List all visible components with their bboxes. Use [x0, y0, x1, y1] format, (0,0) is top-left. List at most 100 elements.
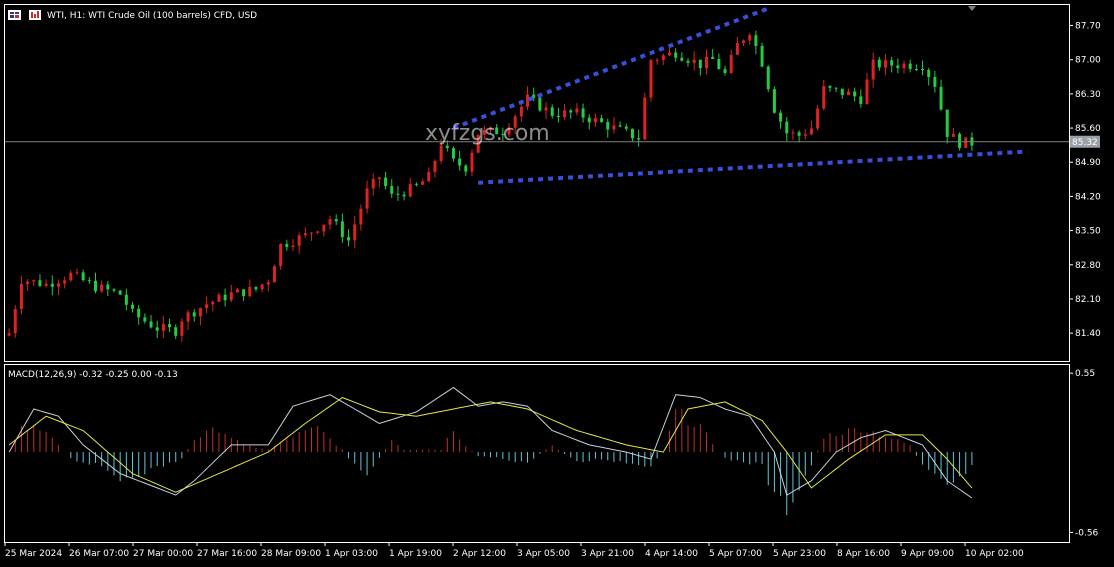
candle-body[interactable] — [840, 88, 844, 95]
candle-body[interactable] — [297, 235, 301, 246]
candle-body[interactable] — [538, 97, 542, 111]
candle-body[interactable] — [155, 327, 159, 331]
candle-body[interactable] — [748, 35, 752, 41]
candle-body[interactable] — [38, 280, 42, 286]
candle-body[interactable] — [217, 294, 221, 302]
candle-body[interactable] — [797, 132, 801, 136]
candle-body[interactable] — [402, 194, 406, 197]
candle-body[interactable] — [69, 272, 73, 281]
candle-body[interactable] — [921, 68, 925, 70]
candle-body[interactable] — [853, 91, 857, 97]
candle-body[interactable] — [439, 145, 443, 161]
candle-body[interactable] — [729, 54, 733, 73]
candle-body[interactable] — [365, 188, 369, 209]
candle-body[interactable] — [396, 193, 400, 195]
candle-body[interactable] — [680, 57, 684, 61]
candle-body[interactable] — [785, 121, 789, 134]
candle-body[interactable] — [637, 138, 641, 140]
candle-body[interactable] — [630, 128, 634, 139]
candle-body[interactable] — [865, 79, 869, 104]
candle-body[interactable] — [556, 115, 560, 118]
candle-body[interactable] — [13, 309, 17, 334]
candle-body[interactable] — [174, 327, 178, 336]
candle-body[interactable] — [643, 97, 647, 140]
candle-body[interactable] — [347, 237, 351, 241]
candle-body[interactable] — [303, 233, 307, 236]
candle-body[interactable] — [384, 177, 388, 187]
candle-body[interactable] — [846, 91, 850, 95]
candle-body[interactable] — [871, 59, 875, 80]
candle-body[interactable] — [334, 219, 338, 222]
candle-body[interactable] — [563, 110, 567, 118]
candle-body[interactable] — [81, 272, 85, 281]
candle-body[interactable] — [587, 117, 591, 123]
candle-body[interactable] — [149, 321, 153, 328]
candle-body[interactable] — [569, 110, 573, 113]
candle-body[interactable] — [421, 181, 425, 185]
candle-body[interactable] — [198, 308, 202, 317]
candle-body[interactable] — [606, 122, 610, 130]
candle-body[interactable] — [63, 280, 67, 284]
candle-body[interactable] — [884, 60, 888, 68]
candle-body[interactable] — [186, 312, 190, 322]
candle-body[interactable] — [100, 284, 104, 292]
candle-body[interactable] — [26, 281, 30, 284]
candle-body[interactable] — [939, 86, 943, 110]
candle-body[interactable] — [593, 118, 597, 123]
candle-body[interactable] — [44, 283, 48, 286]
candle-body[interactable] — [390, 186, 394, 194]
candle-body[interactable] — [655, 59, 659, 61]
candle-body[interactable] — [32, 280, 36, 282]
candle-body[interactable] — [223, 294, 227, 301]
candle-body[interactable] — [692, 59, 696, 63]
candle-body[interactable] — [933, 77, 937, 87]
candle-body[interactable] — [192, 312, 196, 317]
candle-body[interactable] — [291, 245, 295, 248]
candle-body[interactable] — [316, 231, 320, 233]
candle-body[interactable] — [427, 171, 431, 182]
candle-body[interactable] — [649, 60, 653, 98]
candle-body[interactable] — [754, 35, 758, 46]
candle-body[interactable] — [822, 85, 826, 109]
candle-body[interactable] — [137, 308, 141, 318]
candle-body[interactable] — [310, 232, 314, 234]
candle-body[interactable] — [470, 152, 474, 172]
candle-body[interactable] — [229, 292, 233, 301]
candle-body[interactable] — [248, 286, 252, 297]
candle-body[interactable] — [118, 290, 122, 295]
candle-body[interactable] — [791, 132, 795, 134]
candle-body[interactable] — [7, 333, 11, 336]
candle-body[interactable] — [526, 94, 530, 107]
candle-body[interactable] — [902, 63, 906, 69]
candle-body[interactable] — [235, 289, 239, 293]
candle-body[interactable] — [890, 60, 894, 66]
candle-body[interactable] — [803, 134, 807, 136]
candle-body[interactable] — [168, 324, 172, 328]
candle-body[interactable] — [371, 178, 375, 189]
candle-body[interactable] — [458, 158, 462, 166]
candle-body[interactable] — [723, 69, 727, 73]
candle-body[interactable] — [328, 219, 332, 225]
candle-body[interactable] — [834, 87, 838, 89]
candle-body[interactable] — [964, 137, 968, 148]
candle-body[interactable] — [260, 284, 264, 290]
candle-body[interactable] — [667, 52, 671, 56]
candle-body[interactable] — [828, 85, 832, 88]
candle-body[interactable] — [951, 133, 955, 137]
candle-body[interactable] — [600, 118, 604, 123]
candle-body[interactable] — [877, 59, 881, 68]
candle-body[interactable] — [698, 59, 702, 69]
candle-body[interactable] — [322, 224, 326, 232]
candle-body[interactable] — [711, 56, 715, 59]
candle-body[interactable] — [927, 69, 931, 78]
candle-body[interactable] — [766, 66, 770, 90]
candle-body[interactable] — [945, 109, 949, 137]
candle-body[interactable] — [112, 289, 116, 291]
candle-body[interactable] — [56, 283, 60, 287]
candle-body[interactable] — [575, 108, 579, 113]
candle-body[interactable] — [75, 272, 79, 274]
candle-body[interactable] — [353, 224, 357, 241]
candle-body[interactable] — [359, 208, 363, 225]
candle-body[interactable] — [612, 125, 616, 130]
candle-body[interactable] — [735, 43, 739, 55]
